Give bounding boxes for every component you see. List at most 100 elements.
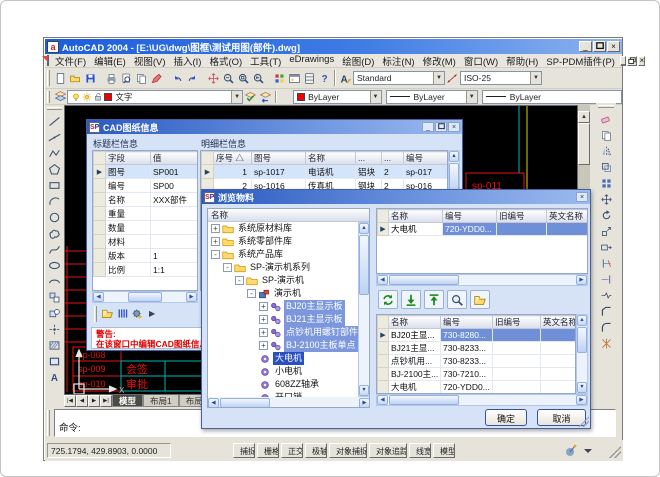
rotate-icon[interactable] [598, 207, 615, 223]
toolbar-grip[interactable] [94, 306, 97, 322]
column-header[interactable]: 图号 [252, 152, 306, 165]
line-icon[interactable] [46, 113, 63, 129]
text-style-combo[interactable]: Standard▼ [353, 71, 445, 85]
column-header[interactable]: 名称 [306, 152, 356, 165]
table-row[interactable]: 版本1 [94, 249, 198, 263]
scroll-up-icon[interactable]: ▲ [578, 111, 590, 123]
expand-icon[interactable]: + [259, 328, 268, 337]
dim-style-combo[interactable]: ISO-25▼ [460, 71, 542, 85]
scroll-left-icon[interactable]: ◀ [208, 398, 219, 408]
scroll-thumb[interactable] [389, 275, 459, 285]
zoom-realtime-icon[interactable] [221, 70, 236, 87]
make-block-icon[interactable] [46, 305, 63, 321]
tree-vscrollbar[interactable]: ▲ ▼ [358, 222, 370, 397]
menu-item-11[interactable]: 窗口(W) [460, 54, 502, 68]
region-icon[interactable] [46, 353, 63, 369]
copy-icon[interactable] [598, 127, 615, 143]
scroll-down-icon[interactable]: ▼ [577, 382, 587, 393]
communication-center-icon[interactable] [563, 444, 577, 457]
dialog-minimize-button[interactable]: _ [422, 122, 434, 132]
scroll-left-icon[interactable]: ◀ [93, 292, 104, 302]
table-row[interactable]: BJ-2100主...730-7210... [378, 368, 577, 381]
bom-vscrollbar[interactable]: ▲ ▼ [576, 314, 588, 394]
scroll-down-icon[interactable]: ▼ [359, 385, 369, 396]
break-icon[interactable] [598, 287, 615, 303]
menu-item-3[interactable]: 视图(V) [130, 54, 170, 68]
tree-item-4[interactable]: - SP-演示机系列 [208, 261, 358, 274]
scroll-left-icon[interactable]: ◀ [377, 275, 388, 285]
ok-button[interactable]: 确定 [485, 409, 527, 426]
status-toggle-2[interactable]: 栅格 [257, 443, 279, 458]
text-style-icon[interactable]: A [338, 70, 353, 87]
revision-cloud-icon[interactable] [46, 225, 63, 241]
tree-item-label[interactable]: 系统零部件库 [236, 235, 294, 248]
status-toggle-3[interactable]: 正交 [281, 443, 303, 458]
column-header[interactable]: 编号 [443, 210, 497, 223]
scroll-thumb[interactable] [578, 123, 590, 165]
tab-nav-button-3[interactable]: ▶ [88, 395, 100, 407]
title-block-hscrollbar[interactable]: ◀ ▶ [92, 291, 198, 303]
plot-icon[interactable] [104, 70, 119, 87]
stretch-icon[interactable] [598, 239, 615, 255]
ellipse-icon[interactable] [46, 257, 63, 273]
polygon-icon[interactable] [46, 161, 63, 177]
column-header[interactable]: 英文名称 [547, 210, 589, 223]
menu-item-2[interactable]: 编辑(E) [90, 54, 130, 68]
toolbar-overflow-icon[interactable]: ▶ [149, 309, 155, 318]
tree-item-13[interactable]: 608ZZ轴承 [208, 378, 358, 391]
status-toggle-5[interactable]: 对象捕捉 [329, 443, 367, 458]
tab-layout1[interactable]: 布局1 [143, 395, 179, 407]
toolbar-grip[interactable] [47, 91, 50, 103]
tree-item-label[interactable]: 点钞机用螺钉部件 [284, 326, 358, 339]
tree-item-label[interactable]: 系统原材料库 [236, 222, 294, 235]
layers-icon[interactable] [53, 88, 67, 105]
scroll-up-icon[interactable]: ▲ [359, 223, 369, 234]
tree-item-3[interactable]: -系统产品库 [208, 248, 358, 261]
ellipse-arc-icon[interactable] [46, 273, 63, 289]
tree-item-label[interactable]: 608ZZ轴承 [273, 378, 321, 391]
tree-item-7[interactable]: +BJ20主显示板 [208, 300, 358, 313]
collapse-icon[interactable]: - [223, 263, 232, 272]
search-icon[interactable] [447, 290, 467, 309]
rectangle-icon[interactable] [46, 177, 63, 193]
hatch-icon[interactable] [46, 337, 63, 353]
table-row[interactable]: 比例1:1 [94, 263, 198, 277]
markup-icon[interactable] [149, 70, 164, 87]
tree-item-label[interactable]: 大电机 [273, 352, 304, 365]
scale-icon[interactable] [598, 223, 615, 239]
tree-item-6[interactable]: -演示机 [208, 287, 358, 300]
polyline-icon[interactable] [46, 145, 63, 161]
tree-item-label[interactable]: SP-演示机 [260, 274, 306, 287]
expand-icon[interactable]: + [211, 237, 220, 246]
command-window-grip[interactable] [47, 410, 50, 436]
scroll-thumb[interactable] [577, 327, 587, 353]
column-header[interactable]: 旧编号 [493, 316, 541, 329]
menu-item-12[interactable]: 帮助(H) [502, 54, 542, 68]
fillet-icon[interactable] [598, 319, 615, 335]
menu-item-1[interactable]: 文件(F) [51, 54, 90, 68]
erase-icon[interactable] [598, 111, 615, 127]
column-header[interactable]: 英文名称 [541, 316, 577, 329]
doc-close-button[interactable]: × [638, 56, 645, 66]
scroll-thumb[interactable] [389, 395, 459, 405]
dim-style-icon[interactable] [445, 70, 460, 87]
upload-icon[interactable] [424, 290, 444, 309]
column-header[interactable]: 序号 △ [214, 152, 252, 165]
tree-item-label[interactable]: BJ21主显示板 [284, 313, 345, 326]
construction-line-icon[interactable] [46, 129, 63, 145]
chamfer-icon[interactable] [598, 303, 615, 319]
table-row[interactable]: ▶BJ20主显...730-8280... [378, 329, 577, 342]
layer-combo[interactable]: 文字 ▼ [67, 90, 243, 104]
zoom-previous-icon[interactable] [251, 70, 266, 87]
menu-item-8[interactable]: 绘图(D) [338, 54, 378, 68]
scroll-right-icon[interactable]: ▶ [576, 395, 587, 405]
toolbar-grip[interactable] [47, 70, 50, 86]
tree-item-label[interactable]: SP-演示机系列 [248, 261, 312, 274]
scroll-up-icon[interactable]: ▲ [449, 151, 459, 162]
array-icon[interactable] [598, 175, 615, 191]
spline-icon[interactable] [46, 241, 63, 257]
new-icon[interactable] [53, 70, 68, 87]
expand-icon[interactable]: + [259, 302, 268, 311]
scroll-up-icon[interactable]: ▲ [577, 315, 587, 326]
tree-item-label[interactable]: 演示机 [272, 287, 303, 300]
